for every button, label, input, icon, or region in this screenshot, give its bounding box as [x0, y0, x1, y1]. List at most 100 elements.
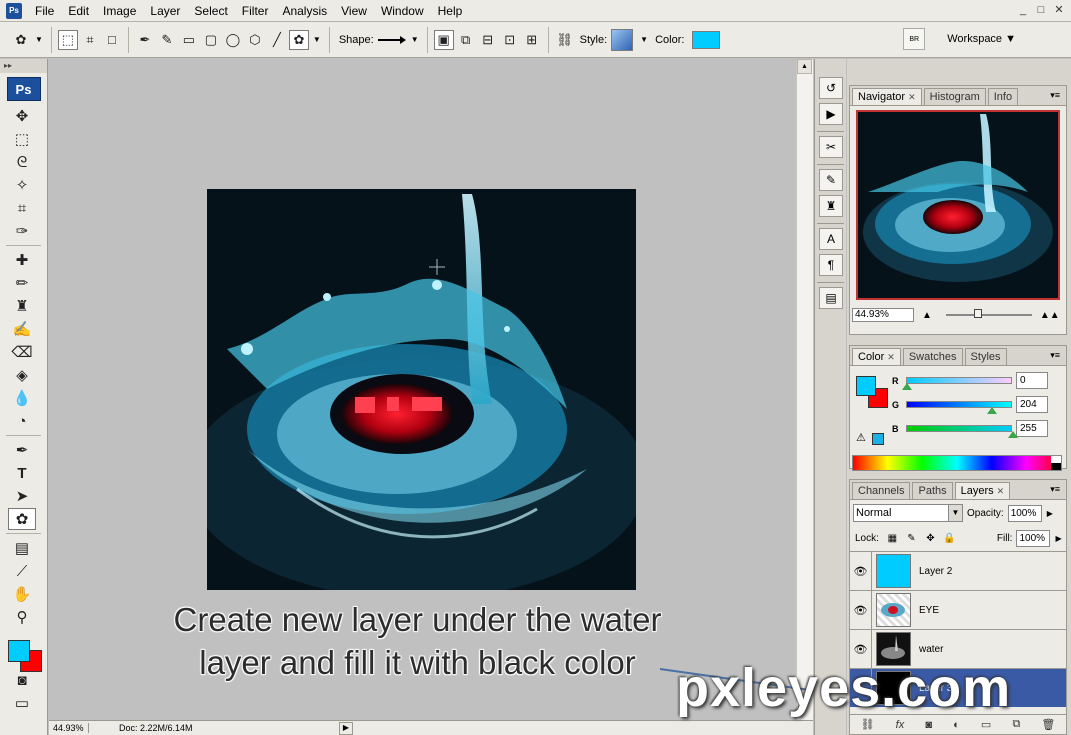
- menu-layer[interactable]: Layer: [143, 0, 187, 22]
- bridge-icon[interactable]: BR: [903, 28, 926, 50]
- marquee-tool-icon[interactable]: ⬚: [8, 128, 36, 150]
- zoom-out-icon[interactable]: ▲: [922, 310, 932, 321]
- tab-styles[interactable]: Styles: [964, 348, 1007, 365]
- shape-picker[interactable]: [377, 35, 406, 44]
- layer-row[interactable]: 👁 EYE: [850, 590, 1066, 629]
- red-slider[interactable]: [902, 377, 1012, 390]
- red-slider-knob[interactable]: [902, 383, 912, 390]
- menu-filter[interactable]: Filter: [235, 0, 276, 22]
- status-zoom[interactable]: 44.93%: [49, 723, 89, 733]
- tab-channels[interactable]: Channels: [852, 482, 911, 499]
- navigator-preview[interactable]: [856, 110, 1060, 300]
- document-image[interactable]: [207, 189, 636, 590]
- color-spectrum-bar[interactable]: [852, 455, 1062, 471]
- custom-shape-tool-icon[interactable]: ✿: [8, 508, 36, 530]
- menu-select[interactable]: Select: [187, 0, 234, 22]
- menu-window[interactable]: Window: [374, 0, 431, 22]
- slice-tool-icon[interactable]: ✑: [8, 220, 36, 242]
- tab-color[interactable]: Color ✕: [852, 348, 901, 365]
- pen-tool-icon[interactable]: ✒: [8, 439, 36, 461]
- exclude-shape-icon[interactable]: ⊞: [522, 30, 542, 50]
- visibility-eye-icon[interactable]: 👁: [850, 591, 872, 629]
- foreground-color-swatch[interactable]: [8, 640, 30, 662]
- link-icon[interactable]: ⛓: [555, 30, 575, 50]
- red-value-input[interactable]: 0: [1016, 372, 1048, 389]
- polygon-shape-icon[interactable]: ⬡: [245, 30, 265, 50]
- quick-mask-icon[interactable]: ◙: [8, 669, 36, 691]
- subtract-shape-icon[interactable]: ⊟: [478, 30, 498, 50]
- panel-menu-icon[interactable]: ▾≡: [1050, 350, 1060, 361]
- eyedropper-icon[interactable]: ⟋: [8, 560, 36, 582]
- status-menu-icon[interactable]: ▶: [339, 721, 353, 735]
- lock-transparency-icon[interactable]: ▦: [886, 532, 899, 545]
- brush-tool-icon[interactable]: ✏: [8, 272, 36, 294]
- lock-position-icon[interactable]: ✥: [924, 532, 937, 545]
- freeform-pen-icon[interactable]: ✎: [157, 30, 177, 50]
- scroll-up-icon[interactable]: ▲: [797, 59, 812, 74]
- fx-icon[interactable]: fx: [896, 719, 905, 731]
- gamut-swatch[interactable]: [872, 433, 884, 445]
- zoom-in-icon[interactable]: ▲▲: [1040, 310, 1060, 321]
- menu-view[interactable]: View: [334, 0, 374, 22]
- geometry-options-icon[interactable]: ▼: [313, 35, 321, 44]
- move-tool-icon[interactable]: ✥: [8, 105, 36, 127]
- restore-button[interactable]: □: [1033, 3, 1049, 18]
- tab-layers[interactable]: Layers ✕: [954, 482, 1011, 499]
- brushes-panel-icon[interactable]: ✎: [819, 169, 843, 191]
- navigator-zoom-slider[interactable]: [945, 309, 1032, 318]
- shape-layers-icon[interactable]: ⬚: [57, 29, 78, 50]
- menu-edit[interactable]: Edit: [61, 0, 96, 22]
- trash-icon[interactable]: 🗑: [1041, 718, 1055, 731]
- layer-row[interactable]: 👁 Layer 2: [850, 551, 1066, 590]
- color-swatch[interactable]: [692, 30, 721, 49]
- adjustment-layer-icon[interactable]: ◐: [953, 719, 960, 731]
- blue-slider[interactable]: [906, 425, 1018, 438]
- menu-analysis[interactable]: Analysis: [275, 0, 334, 22]
- paint-bucket-icon[interactable]: ◈: [8, 364, 36, 386]
- tool-preset-icon[interactable]: ✿: [11, 30, 31, 50]
- tab-histogram[interactable]: Histogram: [923, 88, 986, 105]
- lock-all-icon[interactable]: 🔒: [943, 532, 956, 545]
- actions-panel-icon[interactable]: ▶: [819, 103, 843, 125]
- blur-tool-icon[interactable]: 💧: [8, 387, 36, 409]
- tab-paths[interactable]: Paths: [912, 482, 953, 499]
- add-to-shape-icon[interactable]: ⧉: [456, 30, 476, 50]
- opacity-input[interactable]: 100%: [1007, 504, 1042, 522]
- clone-stamp-icon[interactable]: ♜: [8, 295, 36, 317]
- style-dropdown-icon[interactable]: ▼: [640, 35, 648, 44]
- rectangle-shape-icon[interactable]: ▭: [179, 30, 199, 50]
- workspace-menu[interactable]: Workspace ▼: [947, 33, 1016, 45]
- tab-info[interactable]: Info: [987, 88, 1019, 105]
- foreground-color-swatch[interactable]: [856, 376, 876, 396]
- fill-input[interactable]: 100%: [1016, 530, 1051, 547]
- path-selection-icon[interactable]: ➤: [8, 485, 36, 507]
- paragraph-panel-icon[interactable]: ¶: [819, 254, 843, 276]
- close-button[interactable]: ✕: [1051, 3, 1067, 18]
- new-group-icon[interactable]: ▭: [981, 718, 991, 731]
- paths-mode-icon[interactable]: ⌗: [80, 30, 100, 50]
- history-panel-icon[interactable]: ↺: [819, 77, 843, 99]
- magic-wand-icon[interactable]: ✧: [8, 174, 36, 196]
- green-value-input[interactable]: 204: [1016, 396, 1048, 413]
- type-tool-icon[interactable]: T: [8, 462, 36, 484]
- character-panel-icon[interactable]: A: [819, 228, 843, 250]
- tool-preset-dropdown-icon[interactable]: ▼: [35, 35, 43, 44]
- custom-shape-icon[interactable]: ✿: [288, 29, 309, 50]
- green-slider[interactable]: [906, 401, 1012, 414]
- opacity-slider-icon[interactable]: ▶: [1047, 509, 1053, 518]
- line-shape-icon[interactable]: ╱: [267, 30, 287, 50]
- lasso-tool-icon[interactable]: ᘓ: [8, 151, 36, 173]
- vertical-scrollbar[interactable]: ▲: [796, 59, 813, 720]
- rounded-rectangle-icon[interactable]: ▢: [201, 30, 221, 50]
- menu-file[interactable]: File: [28, 0, 61, 22]
- crop-tool-icon[interactable]: ⌗: [8, 197, 36, 219]
- clone-source-icon[interactable]: ♜: [819, 195, 843, 217]
- lock-pixels-icon[interactable]: ✎: [905, 532, 918, 545]
- fill-pixels-icon[interactable]: □: [102, 30, 122, 50]
- layer-comps-icon[interactable]: ▤: [819, 287, 843, 309]
- new-layer-icon[interactable]: ⧉: [1012, 718, 1020, 731]
- visibility-eye-icon[interactable]: 👁: [850, 552, 872, 590]
- healing-brush-icon[interactable]: ✚: [8, 249, 36, 271]
- history-brush-icon[interactable]: ✍: [8, 318, 36, 340]
- shape-dropdown-icon[interactable]: ▼: [411, 35, 419, 44]
